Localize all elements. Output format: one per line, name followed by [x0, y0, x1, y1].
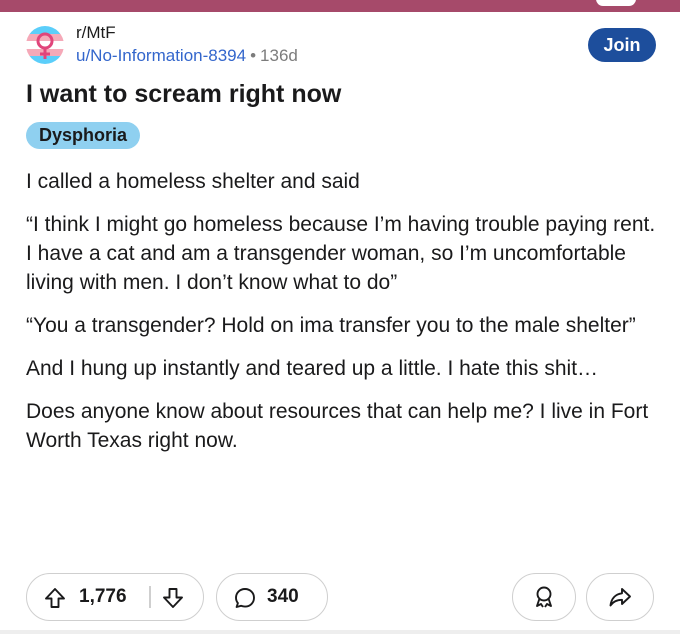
separator-dot: • — [250, 46, 257, 65]
award-button[interactable] — [512, 573, 576, 621]
vote-control: 1,776 — [26, 573, 204, 621]
post-paragraph: And I hung up instantly and teared up a … — [26, 357, 599, 380]
arrow-down-icon[interactable] — [161, 586, 185, 610]
upvote-count: 1,776 — [79, 586, 127, 607]
post-header: r/MtF u/No-Information-8394 • 136d Join — [26, 22, 656, 72]
post-age: 136d — [260, 46, 298, 65]
post-paragraph: “You a transgender? Hold on ima transfer… — [26, 314, 636, 337]
username-link[interactable]: u/No-Information-8394 — [76, 46, 246, 65]
post-paragraph: “I think I might go homeless because I’m… — [26, 213, 656, 294]
post-paragraph: Does anyone know about resources that ca… — [26, 400, 649, 452]
join-button[interactable]: Join — [588, 28, 656, 62]
award-icon — [536, 586, 552, 608]
post-body: I called a homeless shelter and said “I … — [26, 167, 662, 469]
post-meta: r/MtF u/No-Information-8394 • 136d — [76, 22, 298, 68]
arrow-up-icon[interactable] — [43, 586, 67, 610]
comments-button[interactable]: 340 — [216, 573, 328, 621]
post-paragraph: I called a homeless shelter and said — [26, 170, 360, 193]
share-button[interactable] — [586, 573, 654, 621]
status-badge — [596, 0, 636, 6]
post-flair[interactable]: Dysphoria — [26, 122, 141, 149]
user-line: u/No-Information-8394 • 136d — [76, 44, 298, 68]
share-arrow-icon — [609, 588, 631, 607]
top-bar — [0, 0, 680, 12]
bottom-divider — [0, 630, 680, 634]
post-title: I want to scream right now — [26, 80, 342, 108]
comment-bubble-icon — [235, 588, 255, 608]
comment-count: 340 — [267, 586, 299, 607]
subreddit-avatar-icon[interactable] — [26, 26, 64, 64]
vote-divider — [149, 586, 151, 608]
subreddit-name[interactable]: r/MtF — [76, 22, 298, 44]
post-actions: 1,776 340 — [26, 573, 656, 623]
